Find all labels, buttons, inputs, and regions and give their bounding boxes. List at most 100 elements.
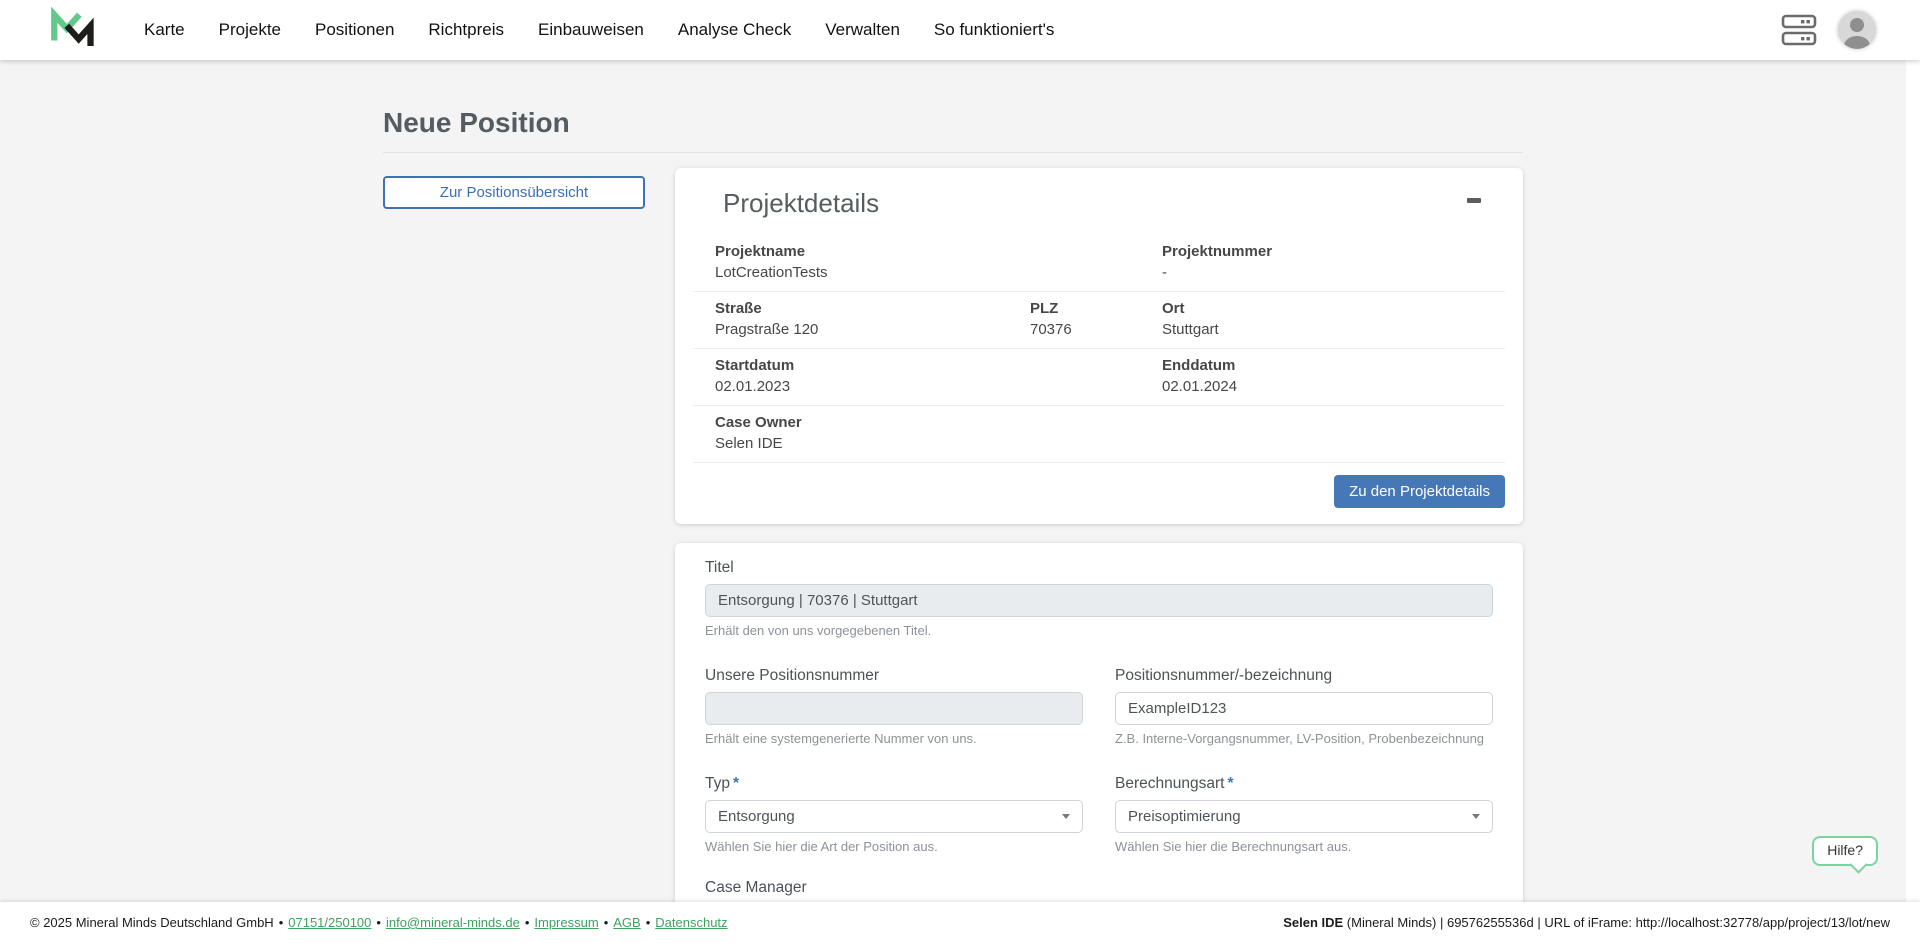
- server-icon[interactable]: [1780, 12, 1818, 48]
- field-startdatum: Startdatum 02.01.2023: [715, 357, 1162, 396]
- titel-input: [705, 584, 1493, 617]
- case-manager-group: Case Manager: [705, 879, 1083, 902]
- field-label: Projektname: [715, 243, 1162, 261]
- nav-item-richtpreis[interactable]: Richtpreis: [428, 20, 504, 40]
- titel-label: Titel: [705, 559, 1493, 577]
- required-asterisk: *: [733, 775, 739, 792]
- field-value: Selen IDE: [715, 435, 1162, 453]
- field-value: 02.01.2023: [715, 378, 1162, 396]
- project-card-title: Projektdetails: [723, 188, 879, 219]
- nav-item-einbauweisen[interactable]: Einbauweisen: [538, 20, 644, 40]
- field-strasse: Straße Pragstraße 120: [715, 300, 1030, 339]
- berechnungsart-select-value: Preisoptimierung: [1128, 808, 1241, 825]
- footer: © 2025 Mineral Minds Deutschland GmbH • …: [0, 902, 1920, 943]
- nav-item-so-funktionierts[interactable]: So funktioniert's: [934, 20, 1054, 40]
- case-manager-label: Case Manager: [705, 879, 1083, 897]
- field-value: LotCreationTests: [715, 264, 1162, 282]
- chevron-down-icon: [1062, 814, 1070, 819]
- field-label: Enddatum: [1162, 357, 1505, 375]
- new-position-form-card: Titel Erhält den von uns vorgegebenen Ti…: [675, 543, 1523, 902]
- project-row-address: Straße Pragstraße 120 PLZ 70376 Ort Stut…: [693, 292, 1505, 349]
- footer-left: © 2025 Mineral Minds Deutschland GmbH • …: [30, 915, 728, 930]
- project-row-owner: Case Owner Selen IDE: [693, 406, 1505, 463]
- field-ort: Ort Stuttgart: [1162, 300, 1505, 339]
- footer-link-phone[interactable]: 07151/250100: [288, 915, 371, 930]
- go-to-project-details-button[interactable]: Zu den Projektdetails: [1334, 475, 1505, 508]
- nav-right-icons: [1780, 11, 1876, 49]
- field-projektname: Projektname LotCreationTests: [715, 243, 1162, 282]
- field-label: Ort: [1162, 300, 1505, 318]
- unsere-positionsnummer-helper: Erhält eine systemgenerierte Nummer von …: [705, 731, 1083, 747]
- vertical-scrollbar[interactable]: [1906, 60, 1920, 902]
- right-column: Projektdetails Projektname LotCreationTe…: [675, 168, 1523, 902]
- avatar-shoulders: [1844, 36, 1870, 49]
- footer-separator: •: [604, 915, 609, 930]
- field-value: 02.01.2024: [1162, 378, 1505, 396]
- footer-separator: •: [646, 915, 651, 930]
- footer-link-email[interactable]: info@mineral-minds.de: [386, 915, 520, 930]
- collapse-card-button[interactable]: [1461, 188, 1487, 213]
- chevron-down-icon: [1472, 814, 1480, 819]
- field-projektnummer: Projektnummer -: [1162, 243, 1505, 282]
- nav-item-analyse-check[interactable]: Analyse Check: [678, 20, 791, 40]
- footer-session-details: (Mineral Minds) | 69576255536d | URL of …: [1343, 915, 1890, 930]
- back-to-positions-button[interactable]: Zur Positionsübersicht: [383, 176, 645, 209]
- footer-link-impressum[interactable]: Impressum: [534, 915, 598, 930]
- user-avatar-icon[interactable]: [1838, 11, 1876, 49]
- footer-separator: •: [279, 915, 284, 930]
- footer-copyright: © 2025 Mineral Minds Deutschland GmbH: [30, 915, 274, 930]
- typ-helper: Wählen Sie hier die Art der Position aus…: [705, 839, 1083, 855]
- typ-label: Typ*: [705, 775, 1083, 793]
- nav-item-positionen[interactable]: Positionen: [315, 20, 394, 40]
- typ-label-text: Typ: [705, 775, 730, 792]
- mineral-minds-logo-icon[interactable]: [48, 7, 94, 53]
- typ-select[interactable]: Entsorgung: [705, 800, 1083, 833]
- top-navbar: Karte Projekte Positionen Richtpreis Ein…: [0, 0, 1920, 60]
- left-column: Zur Positionsübersicht: [383, 168, 645, 209]
- project-details-card: Projektdetails Projektname LotCreationTe…: [675, 168, 1523, 524]
- typ-select-value: Entsorgung: [718, 808, 795, 825]
- nav-item-karte[interactable]: Karte: [144, 20, 185, 40]
- footer-separator: •: [376, 915, 381, 930]
- nav-item-verwalten[interactable]: Verwalten: [825, 20, 900, 40]
- page-content: Neue Position Zur Positionsübersicht Pro…: [0, 60, 1906, 902]
- page-title: Neue Position: [383, 106, 1523, 140]
- berechnungsart-group: Berechnungsart* Preisoptimierung Wählen …: [1115, 775, 1493, 855]
- field-label: Startdatum: [715, 357, 1162, 375]
- field-value: 70376: [1030, 321, 1162, 339]
- field-label: Projektnummer: [1162, 243, 1505, 261]
- positionsnummer-input[interactable]: [1115, 692, 1493, 725]
- title-divider: [383, 152, 1523, 153]
- footer-link-agb[interactable]: AGB: [613, 915, 640, 930]
- berechnungsart-select[interactable]: Preisoptimierung: [1115, 800, 1493, 833]
- footer-session-info: Selen IDE (Mineral Minds) | 69576255536d…: [1283, 915, 1890, 930]
- unsere-positionsnummer-group: Unsere Positionsnummer Erhält eine syste…: [705, 667, 1083, 747]
- required-asterisk: *: [1227, 775, 1233, 792]
- field-value: Pragstraße 120: [715, 321, 1030, 339]
- field-case-owner: Case Owner Selen IDE: [715, 414, 1162, 453]
- titel-group: Titel Erhält den von uns vorgegebenen Ti…: [705, 559, 1493, 639]
- field-enddatum: Enddatum 02.01.2024: [1162, 357, 1505, 396]
- project-row-dates: Startdatum 02.01.2023 Enddatum 02.01.202…: [693, 349, 1505, 406]
- titel-helper: Erhält den von uns vorgegebenen Titel.: [705, 623, 1493, 639]
- berechnungsart-label-text: Berechnungsart: [1115, 775, 1224, 792]
- field-plz: PLZ 70376: [1030, 300, 1162, 339]
- unsere-positionsnummer-label: Unsere Positionsnummer: [705, 667, 1083, 685]
- minus-icon: [1467, 198, 1481, 203]
- footer-user-name: Selen IDE: [1283, 915, 1343, 930]
- avatar-head: [1850, 18, 1864, 32]
- field-label: Straße: [715, 300, 1030, 318]
- field-label: Case Owner: [715, 414, 1162, 432]
- berechnungsart-helper: Wählen Sie hier die Berechnungsart aus.: [1115, 839, 1493, 855]
- positionsnummer-helper: Z.B. Interne-Vorgangsnummer, LV-Position…: [1115, 731, 1493, 747]
- positionsnummer-group: Positionsnummer/-bezeichnung Z.B. Intern…: [1115, 667, 1493, 747]
- field-value: Stuttgart: [1162, 321, 1505, 339]
- nav-item-projekte[interactable]: Projekte: [219, 20, 281, 40]
- main-nav: Karte Projekte Positionen Richtpreis Ein…: [144, 20, 1054, 40]
- unsere-positionsnummer-input: [705, 692, 1083, 725]
- footer-link-datenschutz[interactable]: Datenschutz: [655, 915, 727, 930]
- berechnungsart-label: Berechnungsart*: [1115, 775, 1493, 793]
- typ-group: Typ* Entsorgung Wählen Sie hier die Art …: [705, 775, 1083, 855]
- help-button[interactable]: Hilfe?: [1812, 836, 1878, 866]
- positionsnummer-label: Positionsnummer/-bezeichnung: [1115, 667, 1493, 685]
